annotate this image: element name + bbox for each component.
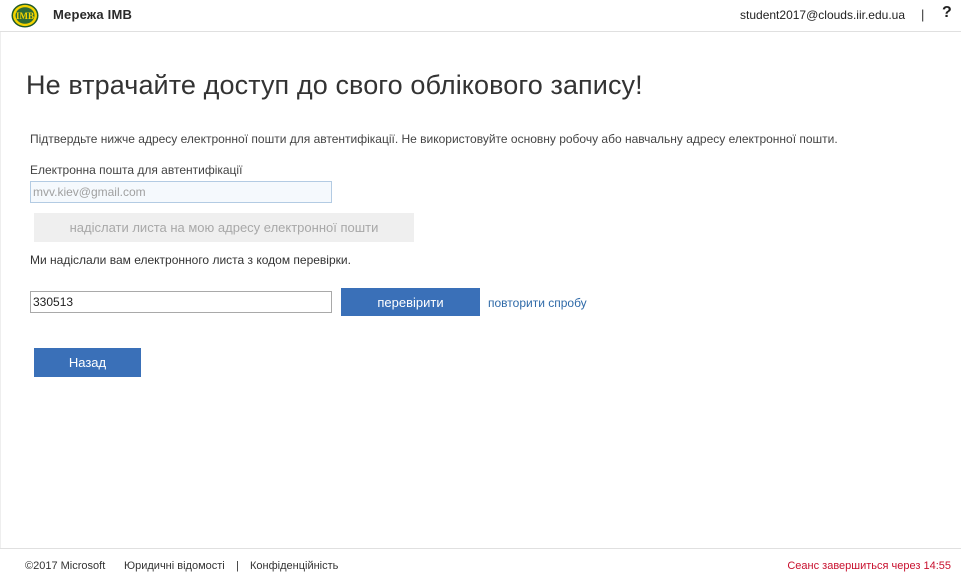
header-separator: | [921,7,925,22]
auth-email-input[interactable] [30,181,332,203]
help-icon[interactable]: ? [942,4,952,22]
verify-button[interactable]: перевірити [341,288,480,316]
verification-code-input[interactable] [30,291,332,313]
footer-separator: | [236,560,239,572]
page-footer: ©2017 Microsoft Юридичні відомості | Кон… [0,548,961,580]
content-border [0,32,4,548]
send-email-button[interactable]: надіслати листа на мою адресу електронно… [34,213,414,242]
user-email[interactable]: student2017@clouds.iir.edu.ua [740,8,905,22]
retry-link[interactable]: повторити спробу [488,296,587,310]
instructions-text: Підтвердьте нижче адресу електронної пош… [30,132,838,146]
top-bar: IMB Мережа ІМВ student2017@clouds.iir.ed… [0,0,961,32]
email-field-label: Електронна пошта для автентифікації [30,163,243,177]
back-button[interactable]: Назад [34,348,141,377]
code-sent-message: Ми надіслали вам електронного листа з ко… [30,253,351,267]
privacy-link[interactable]: Конфіденційність [250,560,338,572]
imb-logo-icon: IMB [11,3,39,28]
brand-name: Мережа ІМВ [53,7,133,22]
copyright-text: ©2017 Microsoft [25,560,106,572]
legal-link[interactable]: Юридичні відомості [124,560,225,572]
logo-text: IMB [16,11,34,21]
session-timer: Сеанс завершиться через 14:55 [787,560,951,572]
page-title: Не втрачайте доступ до свого облікового … [26,70,643,100]
